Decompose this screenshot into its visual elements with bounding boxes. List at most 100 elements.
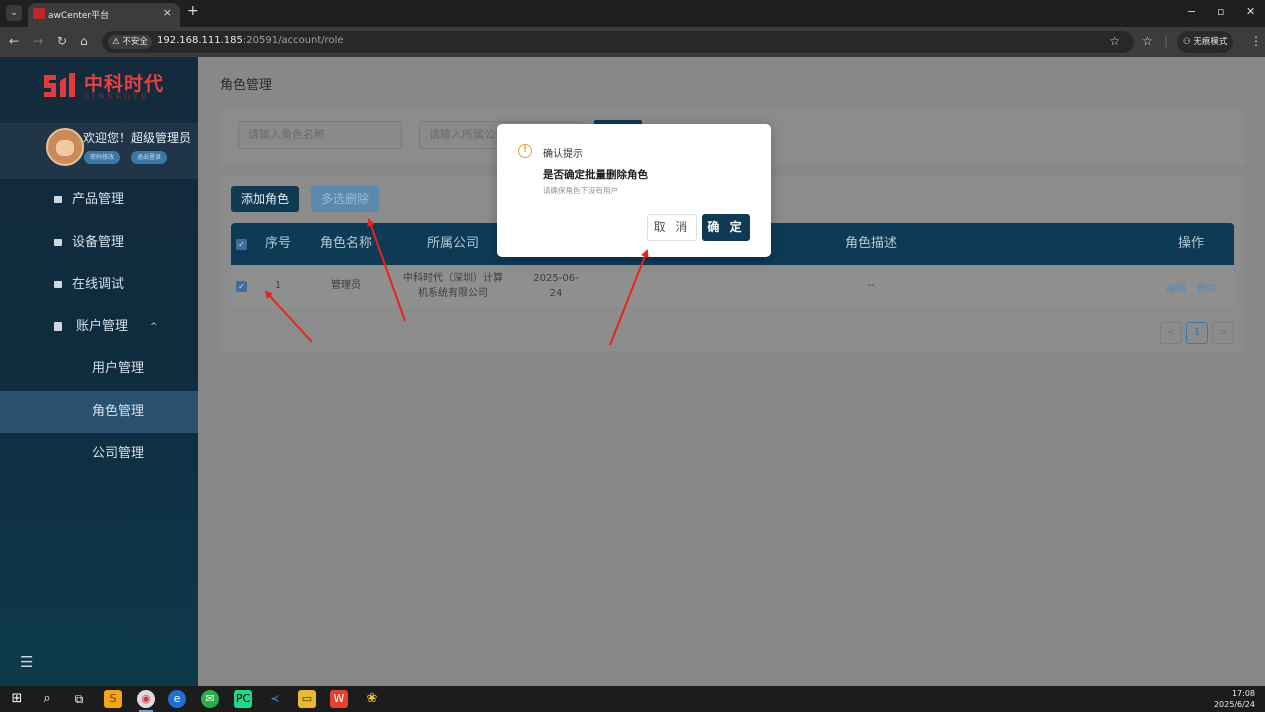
delete-link[interactable]: 删除 bbox=[1197, 280, 1217, 295]
cell-company: 中科时代（深圳）计算 机系统有限公司 bbox=[391, 265, 515, 307]
account-icon bbox=[54, 322, 62, 331]
url-path: :20591/account/role bbox=[242, 35, 344, 46]
cell-date: 2025-06- 24 bbox=[521, 265, 591, 307]
divider: | bbox=[1164, 34, 1169, 48]
chevron-up-icon: ^ bbox=[150, 322, 158, 332]
sidebar-item-debug[interactable]: 在线调试 bbox=[0, 264, 198, 306]
dialog-sub-message: 请确保角色下没有用户 bbox=[543, 186, 618, 195]
dialog-message: 是否确定批量删除角色 bbox=[543, 169, 648, 181]
minimize-button[interactable]: − bbox=[1187, 5, 1196, 18]
batch-delete-button[interactable]: 多选删除 bbox=[311, 186, 379, 212]
sidebar-item-label: 角色管理 bbox=[92, 404, 145, 419]
tab-close-icon[interactable]: × bbox=[163, 6, 172, 19]
home-icon[interactable]: ⌂ bbox=[80, 34, 88, 48]
cell-role-name: 管理员 bbox=[331, 280, 361, 292]
sidebar-item-label: 产品管理 bbox=[72, 192, 125, 207]
date-line: 2025-06- bbox=[533, 272, 579, 284]
url-text[interactable]: 192.168.111.185:20591/account/role bbox=[157, 35, 344, 46]
user-panel: 欢迎您！超级管理员 密码修改 退出登录 bbox=[0, 123, 198, 179]
incognito-label: 无痕模式 bbox=[1193, 37, 1228, 47]
change-password-button[interactable]: 密码修改 bbox=[84, 151, 121, 164]
clock-time: 17:08 bbox=[1231, 689, 1255, 698]
sidebar-item-label: 公司管理 bbox=[92, 446, 145, 461]
column-header: 序号 bbox=[264, 236, 291, 251]
task-view-icon[interactable]: ⧉ bbox=[70, 690, 88, 708]
new-tab-button[interactable]: + bbox=[187, 3, 199, 19]
tab-search-icon[interactable]: ⌄ bbox=[6, 5, 22, 21]
browser-tab-bar: ⌄ awCenter平台 × + − ▫ ✕ bbox=[0, 0, 1265, 27]
sidebar: 中科时代 SINSEGYE 欢迎您！超级管理员 密码修改 退出登录 产品管理 设… bbox=[0, 57, 198, 686]
company-line: 中科时代（深圳）计算 bbox=[403, 272, 503, 284]
insecure-badge[interactable]: ⚠ 不安全 bbox=[108, 35, 152, 49]
incognito-badge[interactable]: ⚇ 无痕模式 bbox=[1177, 31, 1234, 53]
logout-button[interactable]: 退出登录 bbox=[131, 151, 168, 164]
company-line: 机系统有限公司 bbox=[418, 288, 488, 299]
edit-link[interactable]: 编辑 bbox=[1166, 280, 1186, 295]
role-name-input[interactable]: 请输入角色名称 bbox=[238, 121, 402, 149]
logo-mark-icon bbox=[44, 73, 75, 97]
restore-button[interactable]: ▫ bbox=[1217, 5, 1224, 18]
column-header: 角色描述 bbox=[844, 236, 897, 251]
prev-page-button[interactable]: < bbox=[1160, 322, 1182, 344]
favorites-icon[interactable]: ☆ bbox=[1142, 34, 1153, 48]
app-icon[interactable]: ❀ bbox=[363, 690, 381, 708]
url-host: 192.168.111.185 bbox=[157, 35, 243, 46]
warning-icon: ! bbox=[518, 144, 532, 158]
sublime-icon[interactable]: S bbox=[104, 690, 122, 708]
clock-date: 2025/6/24 bbox=[1213, 700, 1255, 709]
next-page-button[interactable]: > bbox=[1212, 322, 1234, 344]
page-1-button[interactable]: 1 bbox=[1186, 322, 1208, 344]
reload-icon[interactable]: ↻ bbox=[57, 34, 67, 48]
favicon-icon bbox=[33, 8, 45, 19]
search-icon[interactable]: ⌕ bbox=[38, 690, 56, 708]
address-bar[interactable]: ⚠ 不安全 192.168.111.185:20591/account/role… bbox=[102, 31, 1134, 53]
vscode-icon[interactable]: ≺ bbox=[266, 690, 284, 708]
sidebar-item-devices[interactable]: 设备管理 bbox=[0, 222, 198, 264]
date-line: 24 bbox=[549, 288, 563, 299]
confirm-button[interactable]: 确 定 bbox=[702, 214, 750, 241]
sidebar-item-companies[interactable]: 公司管理 bbox=[0, 433, 198, 475]
browser-toolbar: ← → ↻ ⌂ ⚠ 不安全 192.168.111.185:20591/acco… bbox=[0, 27, 1265, 57]
welcome-text: 欢迎您！超级管理员 bbox=[83, 131, 192, 145]
sidebar-item-label: 用户管理 bbox=[92, 361, 145, 376]
browser-tab[interactable]: awCenter平台 × bbox=[28, 3, 180, 27]
wps-icon[interactable]: W bbox=[330, 690, 348, 708]
add-role-button[interactable]: 添加角色 bbox=[231, 186, 299, 212]
wechat-icon[interactable]: ✉ bbox=[201, 690, 219, 708]
row-checkbox[interactable]: ✓ bbox=[236, 281, 247, 292]
taskbar: ⊞ ⌕ ⧉ S ◉ e ✉ PC ≺ ▭ W ❀ 17:08 2025/6/24 bbox=[0, 686, 1265, 712]
close-window-button[interactable]: ✕ bbox=[1246, 5, 1255, 18]
browser-menu-icon[interactable]: ⋮ bbox=[1250, 34, 1262, 48]
bookmark-star-icon[interactable]: ☆ bbox=[1109, 34, 1120, 48]
sidebar-item-label: 账户管理 bbox=[76, 319, 129, 334]
edge-icon[interactable]: e bbox=[168, 690, 186, 708]
sidebar-item-roles[interactable]: 角色管理 bbox=[0, 391, 198, 433]
sidebar-item-products[interactable]: 产品管理 bbox=[0, 179, 198, 221]
menu-icon bbox=[54, 281, 62, 288]
cell-description: -- bbox=[867, 280, 875, 292]
dialog-title: 确认提示 bbox=[543, 149, 583, 160]
file-explorer-icon[interactable]: ▭ bbox=[298, 690, 316, 708]
select-all-checkbox[interactable]: ✓ bbox=[236, 239, 247, 250]
table-row: ✓ 1 管理员 中科时代（深圳）计算 机系统有限公司 2025-06- 24 -… bbox=[231, 265, 1234, 307]
sidebar-item-label: 在线调试 bbox=[72, 277, 125, 292]
column-header: 所属公司 bbox=[426, 236, 479, 251]
system-clock[interactable]: 17:08 2025/6/24 bbox=[1214, 688, 1255, 710]
menu-icon bbox=[54, 239, 62, 246]
back-arrow-icon[interactable]: ← bbox=[9, 34, 19, 48]
pycharm-icon[interactable]: PC bbox=[234, 690, 252, 708]
cell-index: 1 bbox=[274, 280, 282, 292]
page-title: 角色管理 bbox=[220, 78, 273, 93]
confirm-dialog: ! 确认提示 是否确定批量删除角色 请确保角色下没有用户 取 消 确 定 bbox=[497, 124, 771, 257]
windows-start-icon[interactable]: ⊞ bbox=[8, 690, 26, 708]
sidebar-item-accounts[interactable]: 账户管理 ^ bbox=[0, 306, 198, 348]
cancel-button[interactable]: 取 消 bbox=[647, 214, 697, 241]
forward-arrow-icon[interactable]: → bbox=[33, 34, 43, 48]
sidebar-item-users[interactable]: 用户管理 bbox=[0, 348, 198, 390]
chrome-icon[interactable]: ◉ bbox=[137, 690, 155, 708]
column-header: 操作 bbox=[1177, 236, 1204, 251]
menu-icon bbox=[54, 196, 62, 203]
sidebar-item-label: 设备管理 bbox=[72, 235, 125, 250]
avatar bbox=[46, 128, 84, 166]
collapse-menu-icon[interactable]: ☰ bbox=[20, 653, 33, 671]
